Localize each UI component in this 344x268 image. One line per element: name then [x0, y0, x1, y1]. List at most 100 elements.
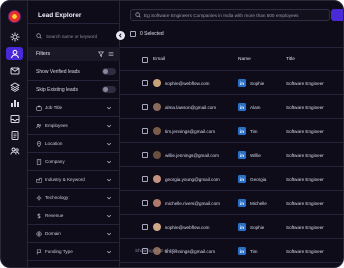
lead-email: sophie@webflow.com: [165, 225, 210, 230]
lead-name: Tim: [250, 249, 258, 254]
divider: [28, 23, 120, 24]
building-icon: [36, 159, 42, 165]
filter-label: Location: [45, 141, 63, 146]
lead-email: alma.lawson@gmail.com: [165, 105, 217, 110]
linkedin-icon[interactable]: in: [238, 247, 246, 255]
column-title[interactable]: Title: [286, 57, 295, 62]
clipboard-icon[interactable]: [7, 129, 22, 141]
row-checkbox[interactable]: [142, 224, 148, 230]
filter-label: Domain: [45, 231, 61, 236]
table-row[interactable]: sophie@webflow.com in Sophie Software Engin…: [120, 215, 343, 239]
briefcase-icon: [36, 105, 42, 111]
linkedin-icon[interactable]: in: [238, 127, 246, 135]
icon-rail: [1, 1, 28, 267]
lead-name: Sophie: [250, 81, 265, 86]
lead-name: Georgia: [250, 177, 267, 182]
globe-icon: [36, 231, 42, 237]
logo-icon[interactable]: [8, 10, 21, 23]
verified-leads-toggle[interactable]: [102, 68, 116, 75]
filter-label: Employees: [45, 123, 68, 128]
table-row[interactable]: willie.jennings@gmail.com in Willie Softwar…: [120, 143, 343, 167]
industry-icon: [36, 177, 42, 183]
linkedin-icon[interactable]: in: [238, 175, 246, 183]
existing-leads-toggle[interactable]: [102, 86, 116, 93]
table-row[interactable]: sophie@webflow.com in Sophie Software Engin…: [120, 71, 343, 95]
table-row[interactable]: tim.jennings@gmail.com in Tim Software Engi…: [120, 119, 343, 143]
filter-row-job-title[interactable]: Job Title: [28, 99, 120, 117]
linkedin-icon[interactable]: in: [238, 199, 246, 207]
lead-title: Software Engineer: [286, 225, 324, 230]
filter-icon[interactable]: [98, 51, 104, 57]
filter-row-location[interactable]: Location: [28, 135, 120, 153]
select-all-checkbox[interactable]: [142, 57, 148, 63]
filter-row-funding-type[interactable]: Funding Type: [28, 243, 120, 261]
main-search-text: Eg Software Engineers Companies in India…: [144, 12, 299, 18]
toggle-row-existing: Skip Existing leads: [28, 81, 120, 99]
pagination-summary: Showing 1-12 of 500: [135, 248, 178, 253]
toggle-label: Show Verified leads: [36, 69, 80, 75]
team-icon[interactable]: [7, 145, 22, 157]
row-checkbox[interactable]: [142, 152, 148, 158]
table-row[interactable]: georgia.young@gmail.com in Georgia Software…: [120, 167, 343, 191]
filter-row-industry-keyword[interactable]: Industry & Keyword: [28, 171, 120, 189]
select-all-checkbox-top[interactable]: [130, 31, 136, 37]
main-search-input[interactable]: Eg Software Engineers Companies in India…: [130, 9, 330, 21]
lead-name: Willie: [250, 153, 261, 158]
lead-title: Software Engineer: [286, 153, 324, 158]
lead-title: Software Engineer: [286, 129, 324, 134]
row-checkbox[interactable]: [142, 200, 148, 206]
chart-icon[interactable]: [7, 97, 22, 109]
filter-row-company[interactable]: Company: [28, 153, 120, 171]
linkedin-icon[interactable]: in: [238, 223, 246, 231]
search-submit-button[interactable]: [331, 9, 343, 21]
row-checkbox[interactable]: [142, 176, 148, 182]
filter-sidebar: Lead Explorer Search name or keyword Fil…: [28, 1, 120, 267]
filter-row-technology[interactable]: Technology: [28, 189, 120, 207]
row-checkbox[interactable]: [142, 80, 148, 86]
main-panel: Eg Software Engineers Companies in India…: [120, 1, 343, 267]
filter-label: Revenue: [45, 213, 64, 218]
gear-icon: [36, 195, 42, 201]
filter-label: Technology: [45, 195, 69, 200]
toggle-label: Skip Existing leads: [36, 87, 78, 93]
filter-row-domain[interactable]: Domain: [28, 225, 120, 243]
lead-title: Software Engineer: [286, 81, 324, 86]
lead-name: Michelle: [250, 201, 267, 206]
linkedin-icon[interactable]: in: [238, 79, 246, 87]
avatar: [153, 223, 161, 231]
row-checkbox[interactable]: [142, 128, 148, 134]
sidebar-search-input[interactable]: Search name or keyword: [32, 31, 116, 41]
filter-label: Industry & Keyword: [45, 177, 85, 182]
column-name[interactable]: Name: [238, 57, 251, 62]
lead-email: tim.jennings@gmail.com: [165, 129, 216, 134]
chevron-down-icon: [106, 213, 112, 219]
column-email[interactable]: Email: [153, 57, 165, 62]
linkedin-icon[interactable]: in: [238, 151, 246, 159]
menu-icon[interactable]: [108, 51, 114, 57]
chevron-down-icon: [106, 195, 112, 201]
chevron-down-icon: [106, 159, 112, 165]
user-icon[interactable]: [6, 47, 23, 60]
mail-icon[interactable]: [7, 65, 22, 77]
avatar: [153, 103, 161, 111]
inbox-icon[interactable]: [7, 113, 22, 125]
table-header: Email Name Title: [120, 47, 343, 71]
leads-table: Email Name Title sophie@webflow.com in Sop…: [120, 47, 343, 263]
row-checkbox[interactable]: [142, 104, 148, 110]
filter-row-employees[interactable]: Employees: [28, 117, 120, 135]
filters-label: Filters: [36, 51, 51, 57]
selection-bar: 0 Selected: [130, 31, 164, 37]
lead-title: Software Engineer: [286, 177, 324, 182]
avatar: [153, 127, 161, 135]
table-row[interactable]: alma.lawson@gmail.com in Alam Software Engi…: [120, 95, 343, 119]
filter-row-revenue[interactable]: Revenue: [28, 207, 120, 225]
toggle-row-verified: Show Verified leads: [28, 63, 120, 81]
layers-icon[interactable]: [7, 81, 22, 93]
lead-title: Software Engineer: [286, 201, 324, 206]
chevron-down-icon: [106, 105, 112, 111]
avatar: [153, 175, 161, 183]
linkedin-icon[interactable]: in: [238, 103, 246, 111]
search-icon: [135, 12, 141, 18]
table-row[interactable]: michelle.rivers@gmail.com in Michelle Softw…: [120, 191, 343, 215]
settings-icon[interactable]: [7, 31, 22, 43]
